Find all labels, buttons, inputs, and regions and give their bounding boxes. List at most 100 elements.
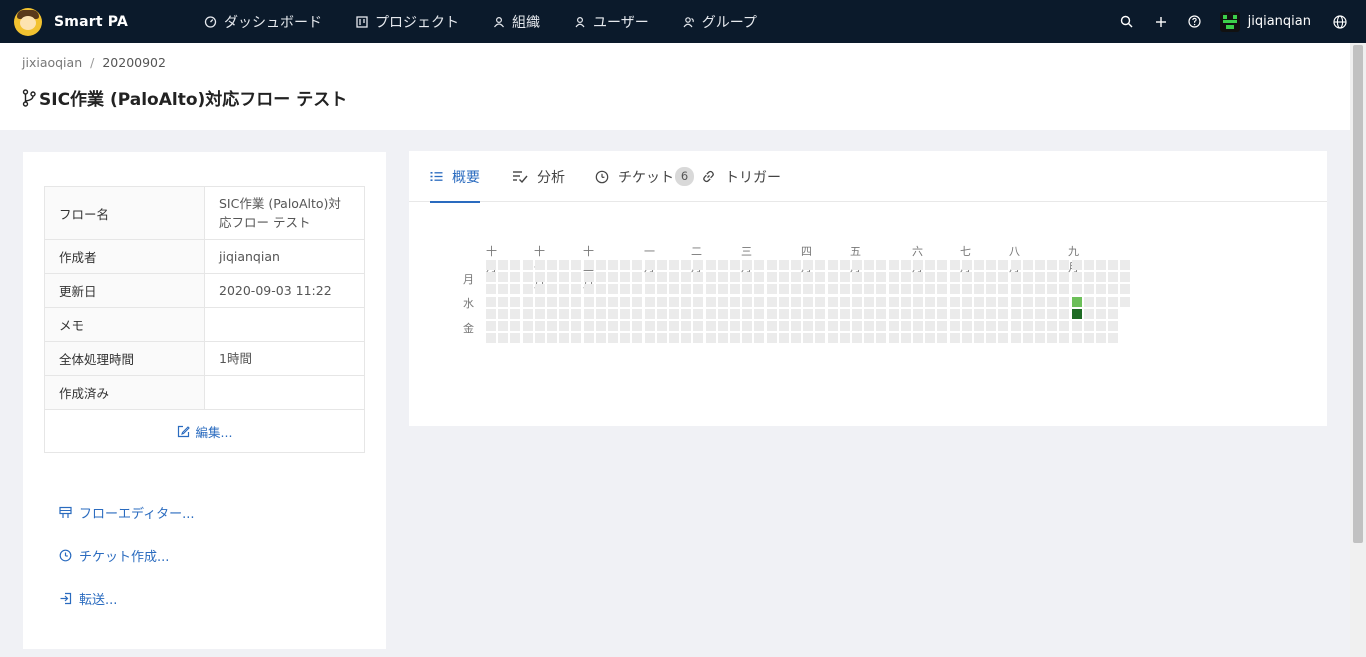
heatmap-cell[interactable] (1059, 297, 1069, 307)
heatmap-cell[interactable] (925, 284, 935, 294)
heatmap-cell[interactable] (950, 272, 960, 282)
heatmap-cell[interactable] (791, 260, 801, 270)
heatmap-cell[interactable] (1011, 284, 1021, 294)
heatmap-cell[interactable] (974, 333, 984, 343)
heatmap-cell[interactable] (828, 272, 838, 282)
heatmap-cell[interactable] (779, 321, 789, 331)
heatmap-cell[interactable] (803, 321, 813, 331)
heatmap-cell[interactable] (767, 333, 777, 343)
heatmap-cell[interactable] (791, 333, 801, 343)
heatmap-cell[interactable] (669, 333, 679, 343)
heatmap-cell[interactable] (1096, 321, 1106, 331)
heatmap-cell[interactable] (876, 272, 886, 282)
heatmap-cell[interactable] (681, 260, 691, 270)
heatmap-cell[interactable] (754, 297, 764, 307)
heatmap-cell[interactable] (571, 284, 581, 294)
heatmap-cell[interactable] (608, 297, 618, 307)
heatmap-cell[interactable] (498, 309, 508, 319)
heatmap-cell[interactable] (693, 333, 703, 343)
heatmap-cell[interactable] (889, 309, 899, 319)
heatmap-cell[interactable] (742, 309, 752, 319)
heatmap-cell[interactable] (706, 272, 716, 282)
heatmap-cell[interactable] (913, 272, 923, 282)
heatmap-cell[interactable] (523, 284, 533, 294)
heatmap-cell[interactable] (779, 260, 789, 270)
heatmap-cell[interactable] (535, 260, 545, 270)
heatmap-cell[interactable] (718, 321, 728, 331)
heatmap-cell[interactable] (1108, 284, 1118, 294)
heatmap-cell[interactable] (510, 272, 520, 282)
heatmap-cell[interactable] (815, 260, 825, 270)
heatmap-cell[interactable] (645, 297, 655, 307)
heatmap-cell[interactable] (950, 297, 960, 307)
heatmap-cell[interactable] (1084, 333, 1094, 343)
heatmap-cell[interactable] (1108, 321, 1118, 331)
heatmap-cell[interactable] (1023, 272, 1033, 282)
heatmap-cell[interactable] (1096, 309, 1106, 319)
heatmap-cell[interactable] (535, 333, 545, 343)
heatmap-cell[interactable] (986, 321, 996, 331)
heatmap-cell[interactable] (901, 321, 911, 331)
heatmap-cell[interactable] (876, 297, 886, 307)
heatmap-cell[interactable] (815, 272, 825, 282)
heatmap-cell[interactable] (950, 309, 960, 319)
heatmap-cell[interactable] (840, 321, 850, 331)
nav-dashboard[interactable]: ダッシュボード (204, 0, 322, 43)
heatmap-cell[interactable] (937, 284, 947, 294)
heatmap-cell[interactable] (584, 260, 594, 270)
heatmap-cell[interactable] (901, 297, 911, 307)
heatmap-cell[interactable] (913, 321, 923, 331)
heatmap-cell[interactable] (608, 309, 618, 319)
heatmap-cell[interactable] (876, 260, 886, 270)
heatmap-cell[interactable] (547, 321, 557, 331)
flow-editor-link[interactable]: フローエディター... (59, 502, 195, 522)
heatmap-cell[interactable] (828, 309, 838, 319)
heatmap-cell[interactable] (864, 272, 874, 282)
heatmap-cell[interactable] (767, 321, 777, 331)
heatmap-cell[interactable] (876, 321, 886, 331)
heatmap-cell[interactable] (645, 284, 655, 294)
heatmap-cell[interactable] (523, 272, 533, 282)
heatmap-cell[interactable] (645, 260, 655, 270)
heatmap-cell[interactable] (1023, 321, 1033, 331)
nav-groups[interactable]: グループ (683, 0, 757, 43)
heatmap-cell[interactable] (852, 333, 862, 343)
heatmap-cell[interactable] (523, 260, 533, 270)
heatmap-cell[interactable] (925, 309, 935, 319)
heatmap-cell[interactable] (706, 321, 716, 331)
heatmap-cell[interactable] (876, 333, 886, 343)
heatmap-cell[interactable] (998, 260, 1008, 270)
heatmap-cell[interactable] (1072, 284, 1082, 294)
heatmap-cell[interactable] (486, 297, 496, 307)
heatmap-cell[interactable] (864, 333, 874, 343)
heatmap-cell[interactable] (1047, 333, 1057, 343)
heatmap-cell[interactable] (913, 309, 923, 319)
heatmap-cell[interactable] (950, 333, 960, 343)
heatmap-cell[interactable] (1035, 321, 1045, 331)
heatmap-cell[interactable] (571, 297, 581, 307)
heatmap-cell[interactable] (1011, 260, 1021, 270)
heatmap-cell[interactable] (547, 333, 557, 343)
heatmap-cell[interactable] (864, 297, 874, 307)
heatmap-cell[interactable] (718, 333, 728, 343)
heatmap-cell[interactable] (925, 260, 935, 270)
heatmap-cell[interactable] (1047, 297, 1057, 307)
heatmap-cell[interactable] (681, 321, 691, 331)
breadcrumb-owner-link[interactable]: jixiaoqian (22, 55, 82, 70)
heatmap-cell[interactable] (937, 333, 947, 343)
heatmap-cell[interactable] (498, 284, 508, 294)
heatmap-cell[interactable] (779, 309, 789, 319)
heatmap-cell[interactable] (803, 284, 813, 294)
heatmap-cell[interactable] (486, 321, 496, 331)
heatmap-cell[interactable] (645, 309, 655, 319)
heatmap-cell[interactable] (913, 297, 923, 307)
heatmap-cell[interactable] (596, 297, 606, 307)
heatmap-cell[interactable] (669, 272, 679, 282)
heatmap-cell[interactable] (815, 297, 825, 307)
heatmap-cell[interactable] (632, 321, 642, 331)
heatmap-cell[interactable] (535, 309, 545, 319)
heatmap-cell[interactable] (974, 272, 984, 282)
heatmap-cell[interactable] (1072, 260, 1082, 270)
heatmap-cell[interactable] (559, 333, 569, 343)
heatmap-cell[interactable] (791, 321, 801, 331)
